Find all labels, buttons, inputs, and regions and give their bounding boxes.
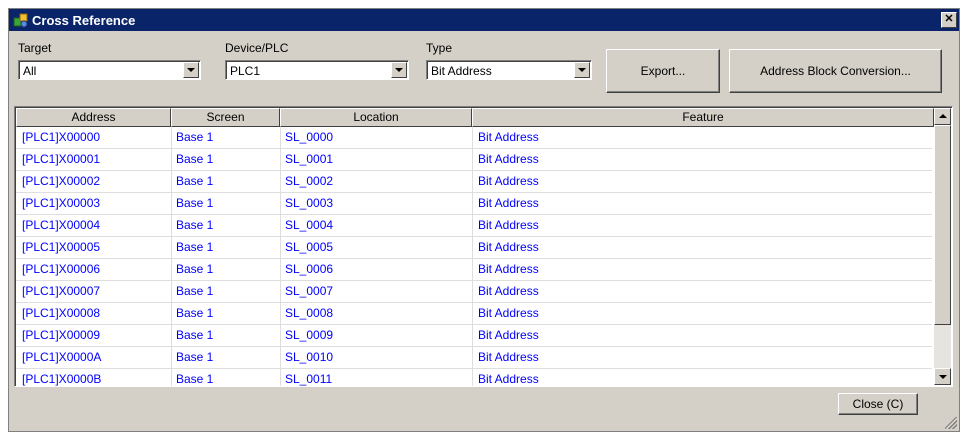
cross-reference-table[interactable]: Address Screen Location Feature [PLC1]X0… [14, 106, 953, 387]
screen-cell: Base 1 [176, 350, 214, 364]
chevron-down-icon[interactable] [391, 62, 407, 78]
cross-reference-app-icon [13, 12, 29, 28]
address-cell: [PLC1]X0000B [22, 372, 102, 386]
feature-cell: Bit Address [478, 174, 539, 188]
screen-cell: Base 1 [176, 240, 214, 254]
vertical-scrollbar[interactable] [934, 108, 951, 385]
table-row[interactable]: [PLC1]X00006 Base 1 SL_0006 Bit Address [16, 259, 932, 281]
table-row[interactable]: [PLC1]X00009 Base 1 SL_0009 Bit Address [16, 325, 932, 347]
location-cell: SL_0009 [285, 328, 334, 342]
chevron-down-icon[interactable] [574, 62, 590, 78]
export-button[interactable]: Export... [606, 49, 720, 93]
location-cell: SL_0000 [285, 130, 334, 144]
table-row[interactable]: [PLC1]X00000 Base 1 SL_0000 Bit Address [16, 127, 932, 149]
resize-grip-icon[interactable] [945, 417, 957, 429]
address-cell: [PLC1]X0000A [22, 350, 102, 364]
feature-cell: Bit Address [478, 240, 539, 254]
table-row[interactable]: [PLC1]X00003 Base 1 SL_0003 Bit Address [16, 193, 932, 215]
address-cell: [PLC1]X00009 [22, 328, 101, 342]
table-row[interactable]: [PLC1]X00007 Base 1 SL_0007 Bit Address [16, 281, 932, 303]
table-row[interactable]: [PLC1]X00005 Base 1 SL_0005 Bit Address [16, 237, 932, 259]
address-cell: [PLC1]X00006 [22, 262, 101, 276]
target-value: All [23, 64, 37, 78]
table-row[interactable]: [PLC1]X0000A Base 1 SL_0010 Bit Address [16, 347, 932, 369]
screen-cell: Base 1 [176, 262, 214, 276]
chevron-down-icon[interactable] [183, 62, 199, 78]
scroll-thumb[interactable] [934, 125, 951, 325]
feature-cell: Bit Address [478, 372, 539, 386]
close-button[interactable]: Close (C) [838, 393, 918, 415]
address-cell: [PLC1]X00007 [22, 284, 101, 298]
column-header-screen[interactable]: Screen [171, 108, 280, 127]
type-value: Bit Address [431, 64, 492, 78]
feature-cell: Bit Address [478, 262, 539, 276]
address-block-conversion-button[interactable]: Address Block Conversion... [729, 49, 942, 93]
screen-cell: Base 1 [176, 328, 214, 342]
location-cell: SL_0006 [285, 262, 334, 276]
feature-cell: Bit Address [478, 306, 539, 320]
target-select[interactable]: All [18, 60, 201, 80]
location-cell: SL_0010 [285, 350, 334, 364]
location-cell: SL_0001 [285, 152, 334, 166]
location-cell: SL_0002 [285, 174, 334, 188]
address-cell: [PLC1]X00008 [22, 306, 101, 320]
address-cell: [PLC1]X00005 [22, 240, 101, 254]
table-row[interactable]: [PLC1]X0000B Base 1 SL_0011 Bit Address [16, 369, 932, 386]
location-cell: SL_0011 [285, 372, 333, 386]
table-row[interactable]: [PLC1]X00001 Base 1 SL_0001 Bit Address [16, 149, 932, 171]
column-header-location[interactable]: Location [280, 108, 472, 127]
location-cell: SL_0007 [285, 284, 334, 298]
scroll-up-icon[interactable] [934, 108, 951, 125]
location-cell: SL_0005 [285, 240, 334, 254]
location-cell: SL_0004 [285, 218, 334, 232]
device-plc-select[interactable]: PLC1 [225, 60, 409, 80]
screen-cell: Base 1 [176, 218, 214, 232]
feature-cell: Bit Address [478, 284, 539, 298]
screen-cell: Base 1 [176, 196, 214, 210]
address-cell: [PLC1]X00000 [22, 130, 101, 144]
screen-cell: Base 1 [176, 130, 214, 144]
screen-cell: Base 1 [176, 152, 214, 166]
screen-cell: Base 1 [176, 284, 214, 298]
screen-cell: Base 1 [176, 174, 214, 188]
scroll-down-icon[interactable] [934, 368, 951, 385]
screen-cell: Base 1 [176, 306, 214, 320]
table-row[interactable]: [PLC1]X00004 Base 1 SL_0004 Bit Address [16, 215, 932, 237]
feature-cell: Bit Address [478, 350, 539, 364]
location-cell: SL_0003 [285, 196, 334, 210]
feature-cell: Bit Address [478, 196, 539, 210]
column-header-address[interactable]: Address [16, 108, 171, 127]
device-plc-label: Device/PLC [225, 41, 289, 55]
device-plc-value: PLC1 [230, 64, 261, 78]
screen-cell: Base 1 [176, 372, 214, 386]
table-row[interactable]: [PLC1]X00002 Base 1 SL_0002 Bit Address [16, 171, 932, 193]
feature-cell: Bit Address [478, 152, 539, 166]
window-title: Cross Reference [32, 12, 136, 28]
address-cell: [PLC1]X00002 [22, 174, 101, 188]
type-label: Type [426, 41, 453, 55]
address-cell: [PLC1]X00001 [22, 152, 101, 166]
feature-cell: Bit Address [478, 218, 539, 232]
feature-cell: Bit Address [478, 130, 539, 144]
target-label: Target [18, 41, 52, 55]
address-cell: [PLC1]X00004 [22, 218, 101, 232]
column-header-feature[interactable]: Feature [472, 108, 934, 127]
title-bar[interactable]: Cross Reference ✕ [9, 9, 959, 31]
table-row[interactable]: [PLC1]X00008 Base 1 SL_0008 Bit Address [16, 303, 932, 325]
type-select[interactable]: Bit Address [426, 60, 592, 80]
close-icon[interactable]: ✕ [941, 12, 957, 28]
location-cell: SL_0008 [285, 306, 334, 320]
feature-cell: Bit Address [478, 328, 539, 342]
cross-reference-dialog: Cross Reference ✕ Target All Device/PLC … [8, 8, 960, 432]
address-cell: [PLC1]X00003 [22, 196, 101, 210]
